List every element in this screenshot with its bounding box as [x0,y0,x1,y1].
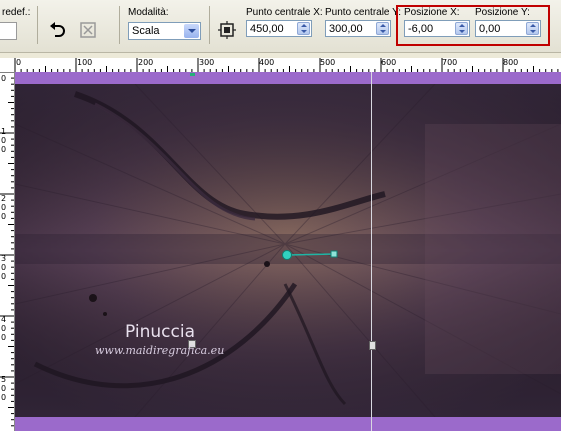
ruler-label: 2 0 0 [1,194,7,221]
preset-label: redef.: [2,7,31,18]
center-y-label: Punto centrale Y: [325,7,401,18]
chevron-down-icon[interactable] [184,24,199,38]
position-highlight-box [396,5,550,46]
guide-handle[interactable] [369,341,376,350]
rotation-handle[interactable] [280,247,340,263]
ruler-label: 0 [16,58,22,67]
top-purple-band [15,72,561,84]
ruler-label: 0 [1,74,7,83]
separator [209,6,210,44]
mode-label: Modalità: [128,7,169,18]
ruler-label: 300 [199,58,215,67]
bottom-purple-band [15,417,561,431]
center-x-label: Punto centrale X: [246,7,323,18]
separator [119,6,120,44]
ruler-label: 3 0 0 [1,254,7,281]
top-center-handle[interactable] [190,73,195,76]
ruler-label: 600 [381,58,397,67]
watermark-name: Pinuccia [125,322,195,342]
flip-icon[interactable] [78,20,98,40]
center-x-spinner[interactable] [297,22,310,35]
ruler-label: 500 [320,58,336,67]
ruler-label: 200 [138,58,154,67]
ruler-label: 400 [259,58,275,67]
preset-dropdown-fragment[interactable] [0,22,17,40]
center-x-field[interactable] [246,20,312,37]
center-y-spinner[interactable] [376,22,389,35]
ruler-label: 5 0 0 [1,375,7,402]
center-y-field[interactable] [325,20,391,37]
vertical-ruler: 0 1 0 0 2 0 0 3 0 0 4 0 0 5 0 0 [0,72,15,431]
mode-select-value: Scala [132,25,160,37]
separator [37,6,38,44]
image-canvas[interactable]: Pinuccia www.maidiregrafica.eu [15,72,561,431]
mode-select[interactable]: Scala [128,22,201,40]
tool-options-bar: redef.: Modalità: Scala Punto centrale X… [0,0,561,53]
ruler-label: 1 0 0 [1,127,7,154]
vertical-guide-line[interactable] [371,72,372,431]
ruler-label: 700 [442,58,458,67]
ruler-label: 100 [77,58,93,67]
undo-icon[interactable] [48,20,68,40]
pick-tool-icon[interactable] [217,20,237,40]
horizontal-ruler: 0 100 200 300 400 500 600 700 800 [0,58,561,73]
watermark-url: www.maidiregrafica.eu [95,344,225,357]
ruler-label: 4 0 0 [1,315,7,342]
ruler-label: 800 [503,58,519,67]
